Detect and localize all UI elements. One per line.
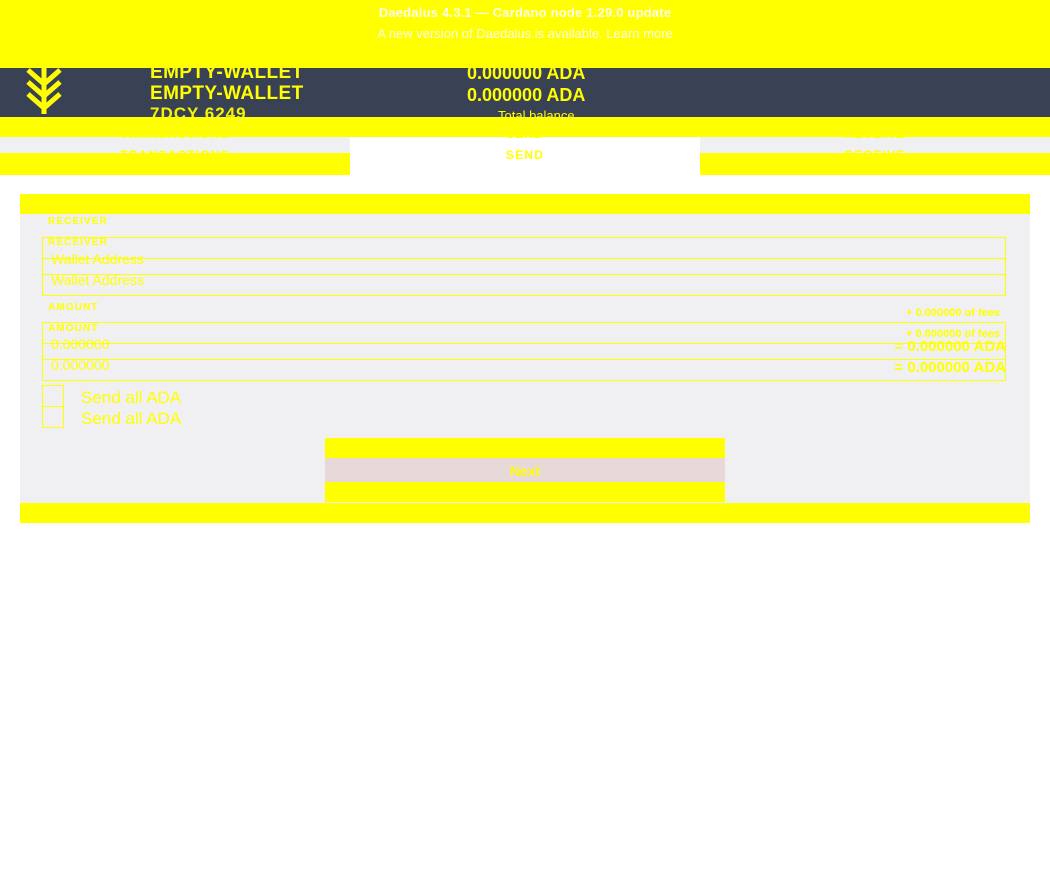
amount-value-ghost: 0.000000 bbox=[51, 357, 110, 373]
send-all-label-ghost: Send all ADA bbox=[81, 409, 182, 428]
tab-receive-label: RECEIVE bbox=[844, 127, 906, 141]
wallet-name: EMPTY-WALLET bbox=[150, 62, 304, 83]
receiver-label: RECEIVER bbox=[48, 216, 108, 227]
receiver-placeholder: Wallet Address bbox=[51, 251, 144, 267]
amount-input-ghost[interactable] bbox=[42, 343, 1006, 381]
tab-send-label: SEND bbox=[505, 127, 545, 141]
receiver-input-ghost[interactable] bbox=[42, 258, 1006, 296]
tab-send[interactable]: SEND SEND bbox=[350, 117, 700, 170]
top-bar-icons bbox=[888, 0, 1034, 49]
wallet-name-ghost: EMPTY-WALLET bbox=[150, 83, 304, 104]
tab-transactions-label: TRANSACTIONS bbox=[120, 127, 230, 141]
send-all-checkbox-ghost[interactable] bbox=[42, 406, 64, 428]
amount-fees-text: + 0.000000 of fees bbox=[906, 307, 1000, 319]
daedalus-wallet-window: Daedalus 4.3.1 — Cardano node 1.29.0 upd… bbox=[0, 0, 1050, 888]
tab-send-label-ghost: SEND bbox=[505, 148, 545, 162]
amount-value: 0.000000 bbox=[51, 336, 110, 352]
send-all-checkbox[interactable] bbox=[42, 385, 64, 407]
wallet-balance-ghost: 0.000000 ADA bbox=[467, 85, 586, 105]
tab-strip-glitch-band-left bbox=[0, 153, 350, 175]
receiver-placeholder-ghost: Wallet Address bbox=[51, 272, 144, 288]
wallet-icon[interactable] bbox=[888, 7, 922, 43]
amount-label: AMOUNT bbox=[48, 302, 99, 313]
settings-sliders-icon[interactable] bbox=[1000, 7, 1034, 43]
send-form-glitch-band-bottom bbox=[20, 503, 1030, 523]
transactions-icon[interactable] bbox=[944, 7, 978, 43]
next-button-glitch-band-top bbox=[325, 438, 725, 458]
next-button-label-ghost: Next bbox=[509, 481, 541, 497]
news-banner-subtext-label: A new version of Daedalus is available. … bbox=[377, 26, 673, 41]
send-all-label: Send all ADA bbox=[81, 388, 182, 407]
send-form-glitch-band-top bbox=[20, 194, 1030, 214]
amount-total-text-ghost: = 0.000000 ADA bbox=[894, 359, 1006, 376]
daedalus-chevron-logo-icon[interactable] bbox=[18, 68, 70, 117]
next-button-label: Next bbox=[509, 463, 541, 479]
next-button[interactable]: Next Next bbox=[325, 438, 725, 502]
tab-strip-glitch-band-right bbox=[700, 153, 1050, 175]
amount-total-text: = 0.000000 ADA bbox=[894, 338, 1006, 355]
wallet-balance: 0.000000 ADA bbox=[467, 63, 586, 83]
